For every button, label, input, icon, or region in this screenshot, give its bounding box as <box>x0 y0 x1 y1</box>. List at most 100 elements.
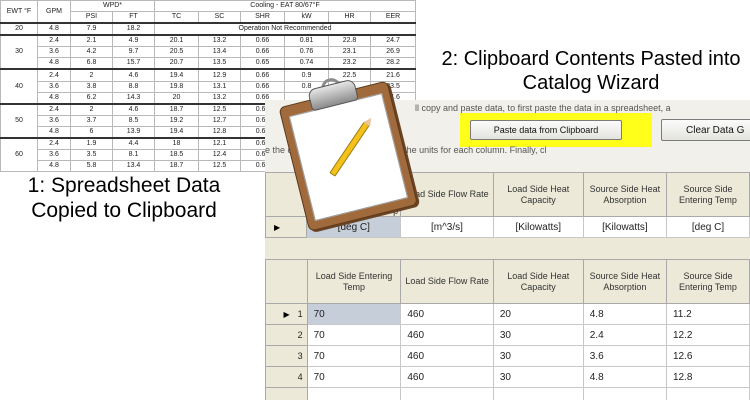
sheet-cell: 4.8 <box>37 125 71 139</box>
data-cell[interactable] <box>665 387 750 400</box>
sheet-cell: 6.8 <box>70 57 113 70</box>
data-cell[interactable] <box>582 387 667 400</box>
sheet-row: 3.6 4.2 9.7 20.5 13.4 0.66 0.76 23.1 26.9 <box>1 46 417 59</box>
sheet-cell: 13.9 <box>112 125 155 139</box>
data-cell[interactable]: 12.8 <box>665 366 750 388</box>
data-cell[interactable]: 4.8 <box>582 366 667 388</box>
sheet-header-cell: Cooling - EAT 80/67°F <box>153 0 417 12</box>
table-row[interactable]: ▶ 1 70 460 20 4.8 11.2 <box>265 303 750 325</box>
sheet-cell: 26.9 <box>369 46 417 59</box>
sheet-cell: 18 <box>154 136 199 150</box>
unit-select-cell[interactable]: [deg C] <box>665 216 750 238</box>
sheet-cell: 19.4 <box>154 125 199 139</box>
table-row[interactable]: 3 70 460 30 3.6 12.6 <box>265 345 750 367</box>
sheet-cell: 8.8 <box>112 80 155 93</box>
data-col-header[interactable]: Load Side Entering Temp <box>306 259 402 304</box>
sheet-cell: 4.8 <box>37 159 71 173</box>
row-number: 2 <box>297 330 303 340</box>
sheet-cell: 18.2 <box>112 22 155 36</box>
data-cell[interactable]: 460 <box>400 366 494 388</box>
sheet-cell: 20.7 <box>154 57 199 70</box>
sheet-cell: 12.4 <box>198 148 241 161</box>
sheet-cell: 0.76 <box>284 46 329 59</box>
data-cell[interactable]: 70 <box>306 366 402 388</box>
data-cell[interactable] <box>400 387 494 400</box>
data-col-header[interactable]: Source Side Heat Absorption <box>582 259 667 304</box>
unit-select-cell[interactable]: [Kilowatts] <box>582 216 667 238</box>
data-cell[interactable]: 30 <box>492 324 584 346</box>
data-col-header[interactable]: Load Side Flow Rate <box>400 259 494 304</box>
sheet-cell: 4.6 <box>112 102 155 116</box>
instruction-text: ll copy and paste data, to first paste t… <box>415 103 671 113</box>
unit-select-cell[interactable]: [Kilowatts] <box>492 216 584 238</box>
sheet-cell: 0.66 <box>240 34 285 48</box>
sheet-header-cell: TC <box>154 11 199 24</box>
data-cell[interactable]: 20 <box>492 303 584 325</box>
data-cell[interactable]: 70 <box>306 324 402 346</box>
data-cell[interactable]: 460 <box>400 303 494 325</box>
sheet-cell: 23.2 <box>328 57 371 70</box>
grid-separator <box>265 238 750 258</box>
data-cell[interactable]: 11.2 <box>665 303 750 325</box>
table-row[interactable]: 2 70 460 30 2.4 12.2 <box>265 324 750 346</box>
caption-wizard: 2: Clipboard Contents Pasted into Catalo… <box>441 48 741 94</box>
sheet-cell: 4.8 <box>37 57 71 70</box>
sheet-cell: 0.81 <box>284 34 329 48</box>
sheet-header-cell: HR <box>328 11 371 24</box>
data-cell[interactable]: 460 <box>400 324 494 346</box>
units-col-header[interactable]: Source Side Heat Absorption <box>582 172 667 217</box>
data-cell[interactable]: 460 <box>400 345 494 367</box>
sheet-cell: 3.6 <box>37 80 71 93</box>
data-cell[interactable]: 12.2 <box>665 324 750 346</box>
data-cell[interactable]: 30 <box>492 366 584 388</box>
units-col-header[interactable]: Source Side Entering Temp <box>665 172 750 217</box>
data-col-header[interactable]: Load Side Heat Capacity <box>492 259 584 304</box>
sheet-header-cell: EER <box>369 11 417 24</box>
sheet-header-cell: SC <box>198 11 241 24</box>
sheet-cell: 8.5 <box>112 114 155 127</box>
table-row[interactable]: 4 70 460 30 4.8 12.8 <box>265 366 750 388</box>
sheet-cell: 9.7 <box>112 46 155 59</box>
data-cell[interactable]: 2.4 <box>582 324 667 346</box>
data-cell[interactable] <box>306 387 402 400</box>
unit-select-cell[interactable]: [m^3/s] <box>400 216 494 238</box>
sheet-cell: 3.6 <box>37 148 71 161</box>
clear-data-grid-button[interactable]: Clear Data G <box>661 119 750 141</box>
data-cell[interactable]: 30 <box>492 345 584 367</box>
sheet-cell: 4.9 <box>112 34 155 48</box>
data-cell[interactable]: 70 <box>306 303 402 325</box>
data-col-header[interactable]: Source Side Entering Temp <box>665 259 750 304</box>
sheet-header-cell: SHR <box>240 11 285 24</box>
data-cell[interactable]: 4.8 <box>582 303 667 325</box>
row-header[interactable]: 4 <box>265 366 308 388</box>
sheet-cell: 12.5 <box>198 102 241 116</box>
sheet-ewt-cell: 50 <box>0 102 38 139</box>
row-number: 4 <box>297 372 303 382</box>
sheet-header-cell: GPM <box>37 0 71 24</box>
row-header[interactable]: 2 <box>265 324 308 346</box>
sheet-cell: 14.3 <box>112 91 155 105</box>
paste-from-clipboard-button[interactable]: Paste data from Clipboard <box>470 120 622 140</box>
units-col-header[interactable]: Load Side Heat Capacity <box>492 172 584 217</box>
sheet-cell: 3.5 <box>70 148 113 161</box>
sheet-cell: 8.1 <box>112 148 155 161</box>
sheet-ewt-cell: 40 <box>0 68 38 105</box>
sheet-header-cell: FT <box>112 11 155 24</box>
row-header[interactable]: 3 <box>265 345 308 367</box>
sheet-header-cell: WPD* <box>70 0 155 12</box>
sheet-cell: 2.4 <box>37 34 71 48</box>
sheet-cell: 18.7 <box>154 159 199 173</box>
data-grid-corner <box>265 259 308 304</box>
data-cell[interactable] <box>492 387 584 400</box>
table-row[interactable] <box>265 387 750 400</box>
sheet-cell: 2.4 <box>37 102 71 116</box>
sheet-cell: 3.6 <box>37 46 71 59</box>
row-header[interactable]: ▶ 1 <box>265 303 308 325</box>
sheet-cell: 20.1 <box>154 34 199 48</box>
data-cell[interactable]: 70 <box>306 345 402 367</box>
sheet-cell: 4.6 <box>112 68 155 82</box>
data-cell[interactable]: 3.6 <box>582 345 667 367</box>
sheet-header-cell: EWT °F <box>0 0 38 24</box>
row-header[interactable] <box>265 387 308 400</box>
data-cell[interactable]: 12.6 <box>665 345 750 367</box>
